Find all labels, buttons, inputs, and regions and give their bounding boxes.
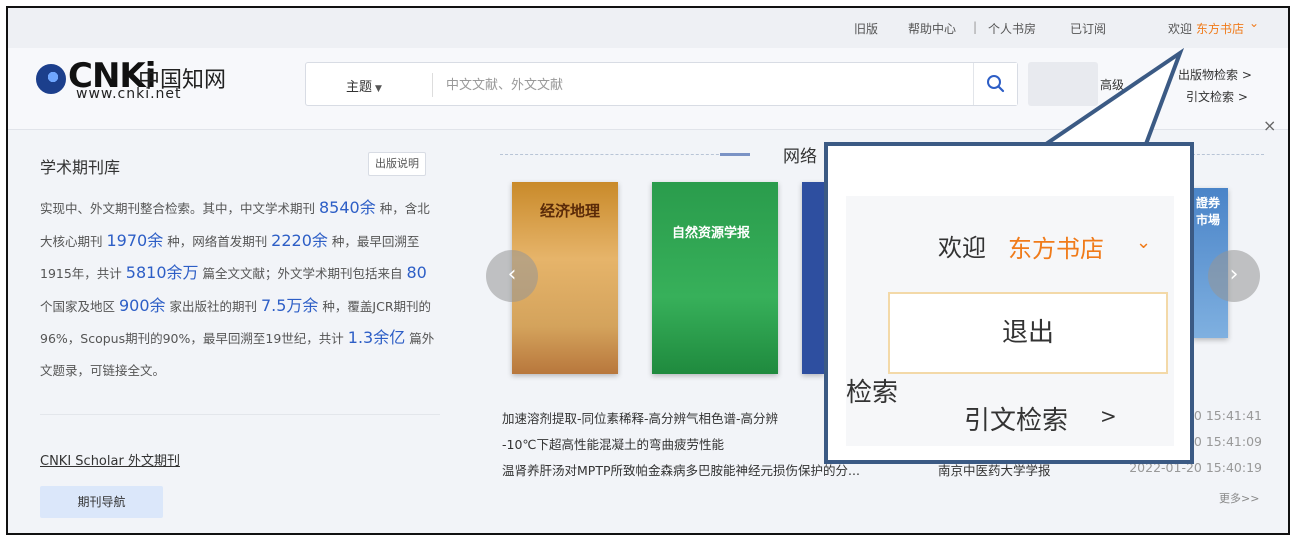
logout-button[interactable]: 退出 (888, 292, 1168, 374)
zoom-user-menu[interactable]: 东方书店 (1008, 229, 1104, 264)
zoom-citation-search[interactable]: 引文检索 (964, 400, 1068, 437)
chevron-down-icon: ⌄ (1136, 232, 1152, 253)
arrow-right-icon: > (1100, 404, 1117, 428)
zoom-content: 欢迎 东方书店 ⌄ 退出 检索 引文检索 > (846, 196, 1174, 446)
zoom-callout: 欢迎 东方书店 ⌄ 退出 检索 引文检索 > (824, 142, 1194, 464)
zoom-welcome-label: 欢迎 (938, 234, 986, 262)
zoom-search-fragment: 检索 (846, 378, 899, 408)
browser-frame: 旧版 帮助中心 | 个人书房 已订阅 欢迎 东方书店 ⌄ CNKi 中国知网 w… (6, 6, 1290, 535)
